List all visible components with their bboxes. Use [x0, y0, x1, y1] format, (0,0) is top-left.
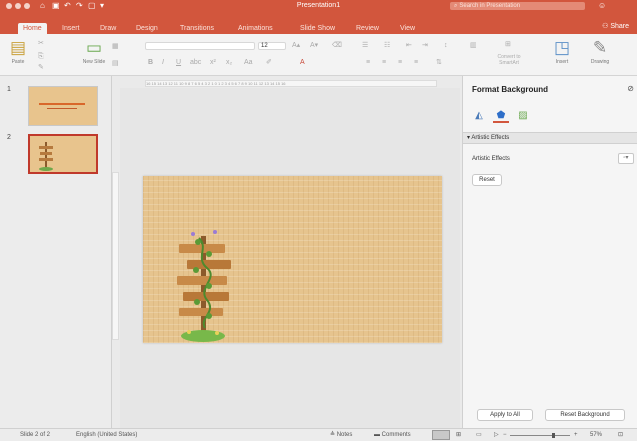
- increase-font-icon[interactable]: A▴: [292, 41, 300, 50]
- slide-number-2: 2: [7, 134, 11, 141]
- fit-slide-icon[interactable]: ⊡: [618, 429, 623, 441]
- comment-icon: ▬: [374, 432, 380, 438]
- share-button[interactable]: ⚇ Share: [602, 22, 629, 30]
- zoom-out-icon[interactable]: −: [503, 429, 507, 441]
- format-background-pane: Format Background ⊘ ◭ ⬟ ▨ ▾ Artistic Eff…: [462, 76, 637, 428]
- tab-slide-show[interactable]: Slide Show: [300, 23, 335, 34]
- decrease-font-icon[interactable]: A▾: [310, 41, 318, 50]
- artistic-effects-label: Artistic Effects: [472, 156, 510, 162]
- copy-icon[interactable]: ⎘: [38, 52, 44, 61]
- normal-view-button[interactable]: [432, 430, 450, 440]
- artistic-effects-section-header[interactable]: ▾ Artistic Effects: [463, 132, 637, 144]
- font-color-icon[interactable]: A: [300, 58, 305, 67]
- chevron-down-icon: ▾: [467, 135, 471, 141]
- section-icon[interactable]: ▤: [112, 59, 119, 68]
- person-icon: ⚇: [602, 23, 609, 30]
- current-slide[interactable]: [143, 176, 442, 343]
- underline-icon[interactable]: U: [176, 58, 181, 67]
- tab-draw[interactable]: Draw: [100, 23, 116, 34]
- vertical-ruler[interactable]: [112, 172, 119, 340]
- align-center-icon[interactable]: ≡: [382, 58, 386, 67]
- zoom-percent[interactable]: 57%: [590, 429, 602, 441]
- slide-sorter-icon[interactable]: ⊞: [456, 429, 461, 441]
- columns-icon[interactable]: ▥: [470, 41, 477, 50]
- slideshow-icon[interactable]: ▷: [494, 429, 499, 441]
- picture-tab-icon[interactable]: ▨: [515, 109, 531, 123]
- font-size-field[interactable]: 12: [258, 42, 286, 50]
- strikethrough-icon[interactable]: abc: [190, 58, 201, 67]
- justify-icon[interactable]: ≡: [414, 58, 418, 67]
- zoom-in-icon[interactable]: +: [574, 429, 578, 441]
- artistic-effects-picker[interactable]: ▫▾: [618, 153, 634, 164]
- smiley-icon[interactable]: ☺: [598, 1, 606, 11]
- insert-shape-icon: ◳: [553, 38, 571, 57]
- slide-number-1: 1: [7, 86, 11, 93]
- change-case-icon[interactable]: Aa: [244, 58, 253, 67]
- bullets-icon[interactable]: ☰: [362, 41, 368, 50]
- paste-button[interactable]: ▤ Paste: [4, 38, 32, 66]
- new-slide-button[interactable]: ▭ New Slide: [80, 38, 108, 66]
- comments-button[interactable]: ▬ Comments: [374, 429, 411, 441]
- increase-indent-icon[interactable]: ⇥: [422, 41, 428, 50]
- bold-icon[interactable]: B: [148, 58, 153, 67]
- language-indicator[interactable]: English (United States): [76, 429, 137, 441]
- insert-button[interactable]: ◳ Insert: [548, 38, 576, 66]
- slide-thumbnail-2[interactable]: [28, 134, 98, 174]
- clipboard-icon: ▤: [9, 38, 27, 57]
- title-bar: ⌂ ▣ ↶ ↷ ▢ ▾ Presentation1 ⌕ Search in Pre…: [0, 0, 637, 12]
- superscript-icon[interactable]: x²: [210, 58, 216, 67]
- text-direction-icon[interactable]: ⇅: [436, 58, 442, 67]
- new-slide-icon: ▭: [85, 38, 103, 57]
- convert-to-smartart-button[interactable]: Convert to SmartArt: [494, 54, 524, 66]
- clear-format-icon[interactable]: ⌫: [332, 41, 342, 50]
- signpost-thumb-image: [39, 142, 53, 171]
- subscript-icon[interactable]: x₂: [226, 58, 232, 67]
- font-name-field[interactable]: [145, 42, 255, 50]
- decrease-indent-icon[interactable]: ⇤: [406, 41, 412, 50]
- ribbon-home: ▤ Paste ✂ ⎘ ✎ ▭ New Slide ▦ ▤ 12 A▴ A▾ ⌫…: [0, 34, 637, 76]
- tab-insert[interactable]: Insert: [62, 23, 80, 34]
- highlight-icon[interactable]: ✐: [266, 58, 272, 67]
- reading-view-icon[interactable]: ▭: [476, 429, 482, 441]
- search-icon: ⌕: [454, 3, 458, 9]
- slide-thumbnails-pane: 1 2: [0, 76, 112, 428]
- slide-thumbnail-1[interactable]: [28, 86, 98, 126]
- notes-button[interactable]: ≜ Notes: [330, 429, 352, 441]
- layout-icon[interactable]: ▦: [112, 42, 119, 51]
- line-spacing-icon[interactable]: ↕: [444, 41, 448, 50]
- zoom-slider-knob[interactable]: [552, 433, 555, 438]
- align-right-icon[interactable]: ≡: [398, 58, 402, 67]
- reset-background-button[interactable]: Reset Background: [545, 409, 625, 421]
- notes-icon: ≜: [330, 432, 336, 438]
- drawing-icon: ✎: [592, 38, 608, 57]
- tab-home[interactable]: Home: [18, 23, 47, 34]
- ribbon-tabs: Home Insert Draw Design Transitions Anim…: [0, 12, 637, 34]
- drawing-button[interactable]: ✎ Drawing: [586, 38, 614, 66]
- slide-counter: Slide 2 of 2: [20, 432, 51, 438]
- status-bar: Slide 2 of 2 English (United States) ≜ N…: [0, 428, 637, 441]
- tab-review[interactable]: Review: [356, 23, 379, 34]
- tab-animations[interactable]: Animations: [238, 23, 273, 34]
- tab-transitions[interactable]: Transitions: [180, 23, 214, 34]
- close-pane-icon[interactable]: ⊘: [627, 84, 634, 93]
- format-painter-icon[interactable]: ✎: [38, 63, 44, 72]
- effects-tab-icon[interactable]: ⬟: [493, 109, 509, 123]
- pane-title: Format Background: [472, 85, 549, 94]
- fill-tab-icon[interactable]: ◭: [471, 109, 487, 123]
- align-left-icon[interactable]: ≡: [366, 58, 370, 67]
- cut-icon[interactable]: ✂: [38, 39, 44, 48]
- tab-view[interactable]: View: [400, 23, 415, 34]
- smartart-icon[interactable]: ⊞: [505, 40, 511, 49]
- signpost-image[interactable]: [169, 228, 239, 343]
- search-field[interactable]: ⌕ Search in Presentation: [450, 2, 585, 10]
- tab-design[interactable]: Design: [136, 23, 158, 34]
- italic-icon[interactable]: I: [162, 58, 164, 67]
- zoom-slider[interactable]: [510, 433, 570, 438]
- apply-to-all-button[interactable]: Apply to All: [477, 409, 533, 421]
- horizontal-ruler[interactable]: 16 15 14 13 12 11 10 9 8 7 6 5 4 3 2 1 0…: [145, 80, 437, 87]
- reset-button[interactable]: Reset: [472, 174, 502, 186]
- numbering-icon[interactable]: ☷: [384, 41, 390, 50]
